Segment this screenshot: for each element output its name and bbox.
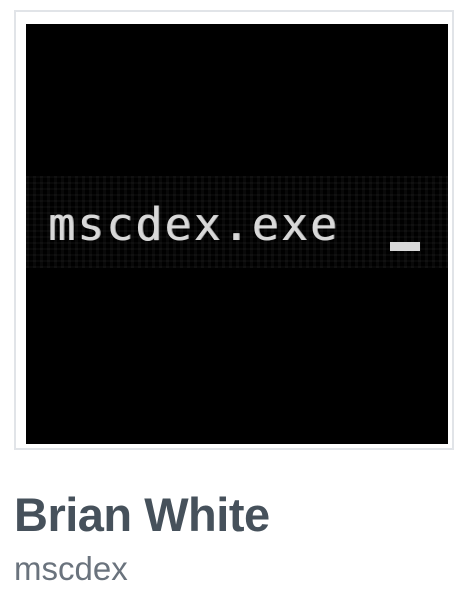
profile-full-name: Brian White xyxy=(14,488,270,541)
avatar-cursor xyxy=(390,242,420,251)
avatar-text: mscdex.exe xyxy=(48,198,339,251)
avatar[interactable]: mscdex.exe xyxy=(26,24,448,444)
avatar-frame[interactable]: mscdex.exe xyxy=(14,10,454,450)
profile-username: mscdex xyxy=(14,550,128,587)
